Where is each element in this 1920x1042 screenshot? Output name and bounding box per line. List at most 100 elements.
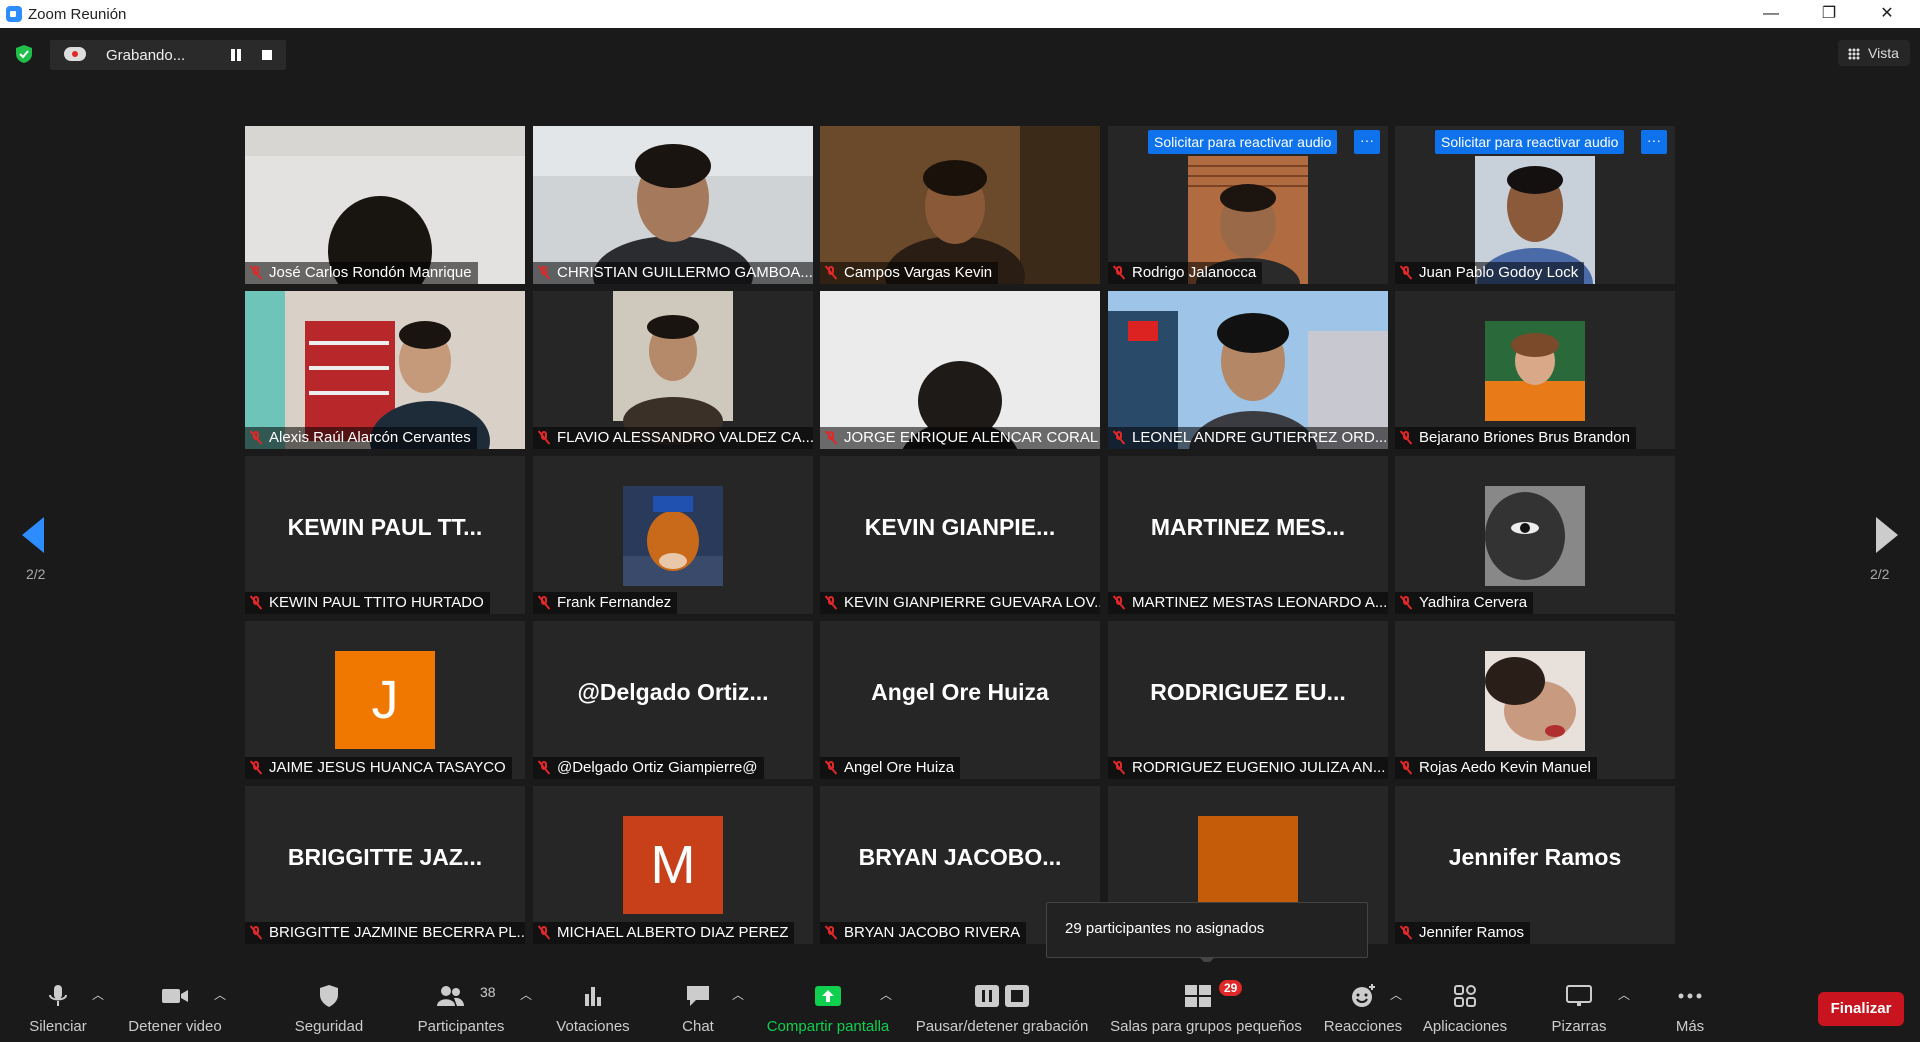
participant-nametag: @Delgado Ortiz Giampierre@ — [533, 757, 764, 779]
video-tile[interactable]: LEONEL ANDRE GUTIERREZ ORD... — [1108, 291, 1388, 449]
recording-control-button[interactable]: Pausar/detener grabación — [910, 962, 1094, 1042]
more-button[interactable]: Más — [1650, 962, 1730, 1042]
microphone-icon — [49, 985, 67, 1006]
muted-mic-icon — [824, 265, 838, 279]
close-button[interactable]: ✕ — [1858, 0, 1916, 28]
stop-recording-icon[interactable] — [262, 50, 272, 60]
view-button[interactable]: Vista — [1838, 40, 1910, 66]
participant-display-name: RODRIGUEZ EU... — [1150, 679, 1346, 705]
video-tile[interactable]: KEWIN PAUL TT... KEWIN PAUL TTITO HURTAD… — [245, 456, 525, 614]
video-tile[interactable]: Rojas Aedo Kevin Manuel — [1395, 621, 1675, 779]
video-tile[interactable]: Bejarano Briones Brus Brandon — [1395, 291, 1675, 449]
video-tile[interactable]: José Carlos Rondón Manrique — [245, 126, 525, 284]
video-feed — [533, 126, 813, 284]
video-tile[interactable]: M MICHAEL ALBERTO DIAZ PEREZ — [533, 786, 813, 944]
breakout-rooms-button[interactable]: 29 Salas para grupos pequeños — [1106, 962, 1306, 1042]
participants-options-caret-icon[interactable]: ︿ — [520, 986, 532, 1002]
share-options-caret-icon[interactable]: ︿ — [880, 986, 892, 1002]
participant-nametag: Rodrigo Jalanocca — [1108, 262, 1263, 284]
chat-options-caret-icon[interactable]: ︿ — [732, 986, 744, 1002]
video-tile[interactable]: MARTINEZ MES... MARTINEZ MESTAS LEONARDO… — [1108, 456, 1388, 614]
video-tile[interactable]: J JAIME JESUS HUANCA TASAYCO — [245, 621, 525, 779]
muted-mic-icon — [249, 265, 263, 279]
stop-video-button[interactable]: Detener video — [120, 962, 230, 1042]
video-tile[interactable]: BRIGGITTE JAZ... BRIGGITTE JAZMINE BECER… — [245, 786, 525, 944]
video-feed — [820, 291, 1100, 449]
video-tile[interactable]: Alexis Raúl Alarcón Cervantes — [245, 291, 525, 449]
pause-stop-recording-icon — [975, 985, 1029, 1007]
video-tile[interactable]: @Delgado Ortiz... @Delgado Ortiz Giampie… — [533, 621, 813, 779]
muted-mic-icon — [824, 925, 838, 939]
grid-view-icon — [1848, 48, 1860, 60]
whiteboards-options-caret-icon[interactable]: ︿ — [1618, 986, 1630, 1002]
share-screen-button[interactable]: Compartir pantalla — [760, 962, 896, 1042]
tile-more-options-button[interactable]: ··· — [1641, 130, 1667, 154]
tile-more-options-button[interactable]: ··· — [1354, 130, 1380, 154]
muted-mic-icon — [249, 760, 263, 774]
chat-button[interactable]: Chat — [660, 962, 736, 1042]
video-tile[interactable]: FLAVIO ALESSANDRO VALDEZ CA... — [533, 291, 813, 449]
participant-name: Frank Fernandez — [557, 594, 672, 611]
video-tile[interactable]: JORGE ENRIQUE ALENCAR CORAL — [820, 291, 1100, 449]
video-tile[interactable]: RODRIGUEZ EU... RODRIGUEZ EUGENIO JULIZA… — [1108, 621, 1388, 779]
muted-mic-icon — [1112, 595, 1126, 609]
pause-recording-icon[interactable] — [230, 49, 242, 61]
participant-nametag: KEWIN PAUL TTITO HURTADO — [245, 592, 490, 614]
reactions-options-caret-icon[interactable]: ︿ — [1390, 986, 1402, 1002]
ask-to-unmute-button[interactable]: Solicitar para reactivar audio — [1148, 130, 1338, 154]
breakout-badge: 29 — [1219, 980, 1243, 996]
video-camera-icon — [162, 989, 188, 1003]
participant-nametag: Rojas Aedo Kevin Manuel — [1395, 757, 1597, 779]
participant-nametag: Juan Pablo Godoy Lock — [1395, 262, 1585, 284]
participants-icon — [437, 986, 465, 1006]
security-button[interactable]: Seguridad — [284, 962, 374, 1042]
participant-display-name: BRYAN JACOBO... — [858, 844, 1062, 870]
profile-picture — [1485, 486, 1585, 586]
video-feed — [245, 291, 525, 449]
video-tile[interactable]: Solicitar para reactivar audio ··· Rodri… — [1108, 126, 1388, 284]
minimize-button[interactable]: — — [1742, 0, 1800, 28]
video-tile[interactable]: Campos Vargas Kevin — [820, 126, 1100, 284]
video-tile[interactable]: KEVIN GIANPIE... KEVIN GIANPIERRE GUEVAR… — [820, 456, 1100, 614]
video-options-caret-icon[interactable]: ︿ — [214, 986, 226, 1002]
video-feed — [1108, 291, 1388, 449]
video-tile[interactable]: Frank Fernandez — [533, 456, 813, 614]
participant-name: JORGE ENRIQUE ALENCAR CORAL — [844, 429, 1099, 446]
restore-button[interactable]: ❐ — [1800, 0, 1858, 28]
muted-mic-icon — [1399, 265, 1413, 279]
muted-mic-icon — [1399, 595, 1413, 609]
chat-icon — [687, 986, 709, 1006]
muted-mic-icon — [537, 595, 551, 609]
next-page-arrow-icon[interactable] — [1876, 517, 1898, 553]
reactions-button[interactable]: Reacciones — [1320, 962, 1406, 1042]
muted-mic-icon — [1112, 430, 1126, 444]
previous-page-arrow-icon[interactable] — [22, 517, 44, 553]
participant-display-name: Angel Ore Huiza — [871, 679, 1049, 705]
end-meeting-button[interactable]: Finalizar — [1818, 992, 1904, 1026]
video-tile[interactable]: Solicitar para reactivar audio ··· Juan … — [1395, 126, 1675, 284]
polls-button[interactable]: Votaciones — [548, 962, 638, 1042]
participant-display-name: BRIGGITTE JAZ... — [287, 844, 483, 870]
page-indicator-left: 2/2 — [26, 566, 46, 582]
participants-label: Participantes — [417, 1018, 505, 1035]
profile-picture — [1485, 651, 1585, 751]
encryption-shield-icon[interactable] — [14, 44, 34, 64]
muted-mic-icon — [1399, 760, 1413, 774]
audio-options-caret-icon[interactable]: ︿ — [92, 986, 104, 1002]
cloud-record-icon — [64, 47, 86, 61]
participant-nametag: BRYAN JACOBO RIVERA — [820, 922, 1027, 944]
video-tile[interactable]: Jennifer Ramos Jennifer Ramos — [1395, 786, 1675, 944]
share-screen-icon — [815, 986, 841, 1006]
participants-button[interactable]: 38 Participantes — [408, 962, 514, 1042]
participant-display-name: @Delgado Ortiz... — [577, 679, 769, 705]
apps-button[interactable]: Aplicaciones — [1418, 962, 1512, 1042]
whiteboards-button[interactable]: Pizarras — [1534, 962, 1624, 1042]
video-tile[interactable]: Angel Ore Huiza Angel Ore Huiza — [820, 621, 1100, 779]
participant-nametag: Frank Fernandez — [533, 592, 678, 614]
participants-count: 38 — [480, 984, 496, 1000]
apps-label: Aplicaciones — [1422, 1018, 1508, 1035]
video-tile[interactable]: CHRISTIAN GUILLERMO GAMBOA... — [533, 126, 813, 284]
ask-to-unmute-button[interactable]: Solicitar para reactivar audio — [1435, 130, 1625, 154]
video-tile[interactable]: Yadhira Cervera — [1395, 456, 1675, 614]
mute-button[interactable]: Silenciar — [20, 962, 96, 1042]
